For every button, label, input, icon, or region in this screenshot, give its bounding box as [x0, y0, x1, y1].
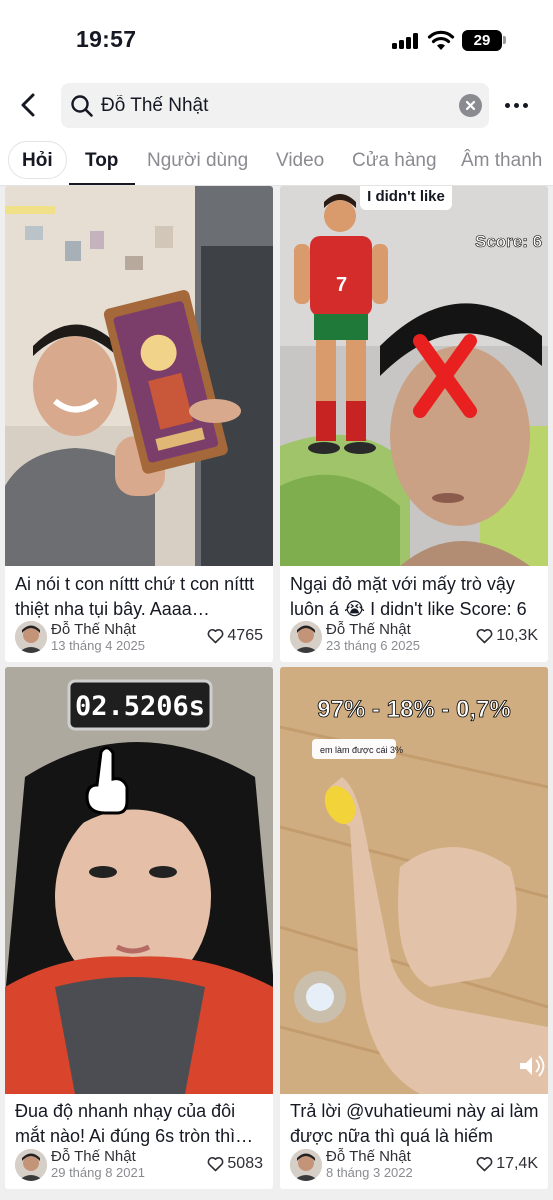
search-icon: [71, 95, 93, 117]
post-date: 13 tháng 4 2025: [51, 638, 145, 653]
clear-search-icon[interactable]: [459, 94, 482, 117]
heart-icon: [476, 1156, 493, 1172]
video-card[interactable]: 02.5206s Đua độ nhanh nhạy của đôi mắt n…: [5, 667, 273, 1189]
post-date: 23 tháng 6 2025: [326, 638, 420, 653]
video-card[interactable]: 7 I didn't like Score: 6 Ngại đỏ mặt với…: [280, 186, 548, 662]
author-name: Đỗ Thế Nhật: [326, 621, 411, 638]
svg-text:7: 7: [336, 274, 347, 296]
overlay-text: 97% - 18% - 0,7%: [317, 696, 510, 723]
video-caption: Ngại đỏ mặt với mấy trò vậy luôn á 😭 I d…: [290, 574, 527, 619]
tab-ask[interactable]: Hỏi: [8, 141, 67, 179]
tab-top[interactable]: Top: [85, 133, 118, 185]
video-caption: Đua độ nhanh nhạy của đôi mắt nào! Ai đú…: [15, 1101, 254, 1146]
next-row-peek: [0, 1194, 553, 1200]
like-count-value: 4765: [227, 627, 263, 644]
avatar[interactable]: [15, 621, 47, 653]
like-count: 17,4K: [476, 1155, 538, 1173]
post-date: 29 tháng 8 2021: [51, 1165, 145, 1180]
video-caption: Trả lời @vuhatieumi này ai làm được nữa …: [290, 1101, 539, 1146]
status-time: 19:57: [76, 26, 137, 52]
battery-icon: 29: [462, 30, 502, 51]
tab-users[interactable]: Người dùng: [147, 133, 248, 185]
heart-icon: [207, 1156, 224, 1172]
search-bar[interactable]: [61, 83, 489, 128]
battery-cap: [503, 36, 506, 44]
like-count: 5083: [207, 1155, 263, 1173]
video-thumbnail: 02.5206s: [5, 667, 273, 1094]
search-tabs: Hỏi Top Người dùng Video Cửa hàng Âm tha…: [0, 133, 553, 186]
like-count: 4765: [207, 627, 263, 645]
avatar[interactable]: [15, 1149, 47, 1181]
author-name: Đỗ Thế Nhật: [51, 621, 136, 638]
video-card[interactable]: Ai nói t con níttt chứ t con níttt thiệt…: [5, 186, 273, 662]
tab-sounds[interactable]: Âm thanh: [461, 133, 542, 185]
post-date: 8 tháng 3 2022: [326, 1165, 413, 1180]
heart-icon: [207, 628, 224, 644]
search-header: [0, 78, 553, 133]
video-thumbnail: 7 I didn't like Score: 6: [280, 186, 548, 566]
tab-shop[interactable]: Cửa hàng: [352, 133, 437, 185]
like-count-value: 17,4K: [496, 1155, 538, 1172]
like-count: 10,3K: [476, 627, 538, 645]
like-count-value: 10,3K: [496, 627, 538, 644]
avatar[interactable]: [290, 1149, 322, 1181]
status-bar: 19:57 29: [0, 0, 553, 78]
author-name: Đỗ Thế Nhật: [51, 1148, 136, 1165]
avatar[interactable]: [290, 621, 322, 653]
wifi-icon: [427, 30, 455, 50]
overlay-timer: 02.5206s: [75, 691, 205, 722]
video-thumbnail: em làm được cái 3% 97% - 18% - 0,7%: [280, 667, 548, 1094]
cellular-signal-icon: [392, 33, 420, 49]
tab-video[interactable]: Video: [276, 133, 324, 185]
heart-icon: [476, 628, 493, 644]
video-thumbnail: [5, 186, 273, 566]
more-options-icon[interactable]: [500, 92, 534, 118]
back-arrow-icon[interactable]: [14, 88, 44, 122]
author-name: Đỗ Thế Nhật: [326, 1148, 411, 1165]
overlay-score: Score: 6: [475, 232, 542, 251]
like-count-value: 5083: [227, 1155, 263, 1172]
reply-sticker: em làm được cái 3%: [320, 745, 403, 755]
search-input[interactable]: [101, 83, 451, 128]
video-caption: Ai nói t con níttt chứ t con níttt thiệt…: [15, 574, 255, 619]
video-card[interactable]: em làm được cái 3% 97% - 18% - 0,7% Trả …: [280, 667, 548, 1189]
overlay-text: I didn't like: [367, 188, 445, 205]
